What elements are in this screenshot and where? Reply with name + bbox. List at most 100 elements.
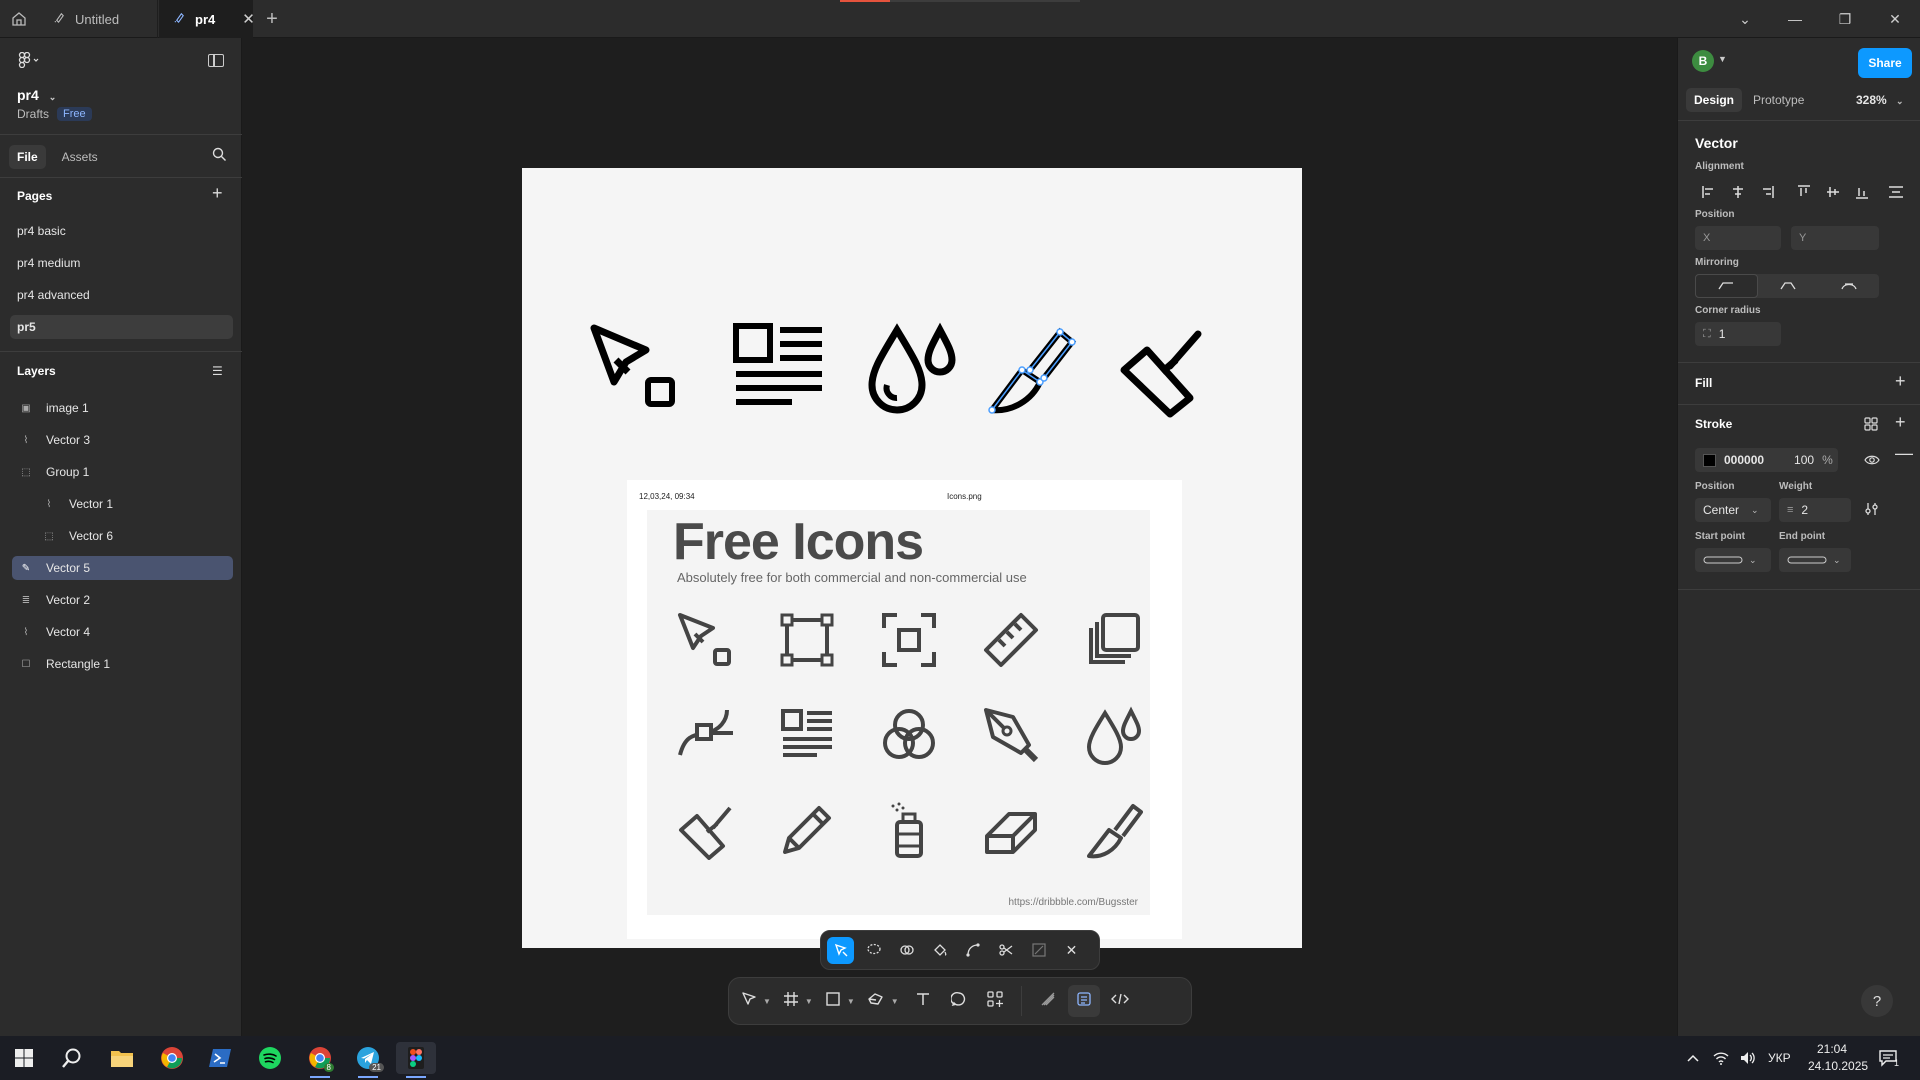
tab-untitled[interactable]: Untitled <box>39 0 158 38</box>
chrome-icon[interactable] <box>152 1042 192 1074</box>
y-input[interactable]: Y <box>1791 226 1879 250</box>
align-top-icon[interactable] <box>1789 181 1818 203</box>
bend-tool-icon[interactable] <box>959 937 986 964</box>
pen-tool-button[interactable]: ▼ <box>863 985 903 1017</box>
tab-prototype[interactable]: Prototype <box>1745 88 1812 112</box>
add-fill-button[interactable]: + <box>1895 371 1906 392</box>
minimize-button[interactable]: — <box>1772 0 1818 38</box>
share-button[interactable]: Share <box>1858 48 1912 78</box>
image-1[interactable]: 12,03,24, 09:34 Icons.png Free Icons Abs… <box>627 480 1182 939</box>
vector-select-icon[interactable] <box>827 936 854 964</box>
add-stroke-button[interactable]: + <box>1895 412 1906 433</box>
eye-icon[interactable] <box>1864 453 1880 470</box>
avatar[interactable]: B <box>1692 50 1714 72</box>
mirror-angle-length-icon[interactable] <box>1818 274 1879 298</box>
chevron-down-icon[interactable]: ▼ <box>1718 54 1727 64</box>
align-center-v-icon[interactable] <box>1818 181 1847 203</box>
figma-app-icon[interactable] <box>396 1042 436 1078</box>
text-block-icon[interactable] <box>732 322 828 418</box>
chrome-profile-icon[interactable]: 8 <box>300 1042 340 1078</box>
close-icon[interactable]: ✕ <box>1058 937 1085 964</box>
stroke-position-select[interactable]: Center ⌄ <box>1695 498 1771 522</box>
end-point-select[interactable]: ⌄ <box>1779 548 1851 572</box>
cut-path-icon[interactable] <box>992 937 1019 964</box>
new-tab-button[interactable]: + <box>262 0 282 38</box>
layer-item[interactable]: ≣ Vector 2 <box>12 588 233 612</box>
align-bottom-icon[interactable] <box>1847 181 1876 203</box>
cursor-select-icon[interactable] <box>586 320 686 420</box>
design-mode-button[interactable] <box>1067 985 1100 1017</box>
knife-icon-selected[interactable] <box>982 320 1082 420</box>
file-explorer-icon[interactable] <box>102 1042 142 1074</box>
drops-icon[interactable] <box>862 320 962 420</box>
stroke-color-field[interactable]: 000000 100 % <box>1695 448 1838 472</box>
corner-radius-input[interactable]: ⛶ 1 <box>1695 322 1781 346</box>
comment-tool-button[interactable] <box>943 985 975 1017</box>
windows-start-icon[interactable] <box>4 1042 44 1074</box>
move-tool-button[interactable]: ▼ <box>737 985 775 1017</box>
tab-assets[interactable]: Assets <box>54 145 106 169</box>
add-page-button[interactable]: + <box>212 183 223 204</box>
stroke-opacity-value[interactable]: 100 <box>1794 453 1814 467</box>
maximize-button[interactable]: ❐ <box>1822 0 1868 38</box>
tab-file[interactable]: File <box>9 145 46 169</box>
brush-icon[interactable] <box>1112 320 1212 420</box>
close-window-button[interactable]: ✕ <box>1872 0 1918 38</box>
dev-mode-button[interactable] <box>1104 985 1136 1017</box>
wifi-icon[interactable] <box>1713 1036 1729 1080</box>
close-tab-icon[interactable]: ✕ <box>242 10 255 28</box>
figma-menu-icon[interactable] <box>18 51 40 72</box>
notifications-icon[interactable]: 1 <box>1878 1036 1899 1080</box>
layer-item[interactable]: ⌇ Vector 1 <box>12 492 233 516</box>
home-icon[interactable] <box>0 0 38 38</box>
layer-item[interactable]: ⌇ Vector 4 <box>12 620 233 644</box>
chevron-down-icon[interactable]: ▼ <box>891 997 899 1006</box>
align-center-h-icon[interactable] <box>1723 181 1752 203</box>
layer-item[interactable]: ⌇ Vector 3 <box>12 428 233 452</box>
search-icon[interactable] <box>52 1042 92 1074</box>
help-button[interactable]: ? <box>1861 985 1893 1017</box>
zoom-dropdown[interactable]: 328% ⌄ <box>1856 93 1904 107</box>
sidebar-toggle-icon[interactable] <box>208 54 224 67</box>
shape-builder-icon[interactable] <box>893 937 920 964</box>
chevron-down-icon[interactable]: ▼ <box>847 997 855 1006</box>
tray-overflow-icon[interactable] <box>1686 1036 1700 1080</box>
draw-mode-button[interactable] <box>1032 985 1064 1017</box>
clock[interactable]: 21:04 24.10.2025 <box>1808 1041 1868 1075</box>
volume-icon[interactable] <box>1740 1036 1756 1080</box>
file-name-button[interactable]: pr4 ⌄ <box>17 87 56 103</box>
start-point-select[interactable]: ⌄ <box>1695 548 1771 572</box>
powershell-icon[interactable] <box>200 1042 240 1074</box>
layer-item[interactable]: ☐ Rectangle 1 <box>12 652 233 676</box>
telegram-icon[interactable]: 21 <box>348 1042 388 1078</box>
language-indicator[interactable]: УКР <box>1768 1036 1791 1080</box>
location-label[interactable]: Drafts <box>17 107 49 121</box>
lasso-icon[interactable] <box>860 937 887 964</box>
page-item-pr5[interactable]: pr5 <box>10 315 233 339</box>
offset-path-icon[interactable] <box>1025 937 1052 964</box>
actions-button[interactable] <box>979 985 1011 1017</box>
page-item-pr4-medium[interactable]: pr4 medium <box>10 251 233 275</box>
remove-stroke-button[interactable]: — <box>1895 443 1913 464</box>
stroke-color-swatch[interactable] <box>1703 453 1716 467</box>
text-tool-button[interactable] <box>907 985 939 1017</box>
search-icon[interactable] <box>212 147 227 165</box>
distribute-icon[interactable] <box>1881 181 1910 203</box>
chevron-down-icon[interactable]: ⌄ <box>1722 0 1768 38</box>
mirror-angle-icon[interactable] <box>1758 274 1819 298</box>
page-item-pr4-basic[interactable]: pr4 basic <box>10 219 233 243</box>
align-right-icon[interactable] <box>1752 181 1781 203</box>
shape-tool-button[interactable]: ▼ <box>821 985 859 1017</box>
chevron-down-icon[interactable]: ▼ <box>763 997 771 1006</box>
align-left-icon[interactable] <box>1694 181 1723 203</box>
tab-design[interactable]: Design <box>1686 88 1743 112</box>
frame-tool-button[interactable]: ▼ <box>779 985 817 1017</box>
page-item-pr4-advanced[interactable]: pr4 advanced <box>10 283 233 307</box>
spotify-icon[interactable] <box>250 1042 290 1074</box>
stroke-styles-icon[interactable] <box>1864 417 1878 434</box>
paint-bucket-icon[interactable] <box>926 937 953 964</box>
x-input[interactable]: X <box>1695 226 1781 250</box>
layer-item-selected[interactable]: ✎ Vector 5 <box>12 556 233 580</box>
layer-item[interactable]: ⬚ Group 1 <box>12 460 233 484</box>
stroke-settings-icon[interactable] <box>1864 502 1880 519</box>
